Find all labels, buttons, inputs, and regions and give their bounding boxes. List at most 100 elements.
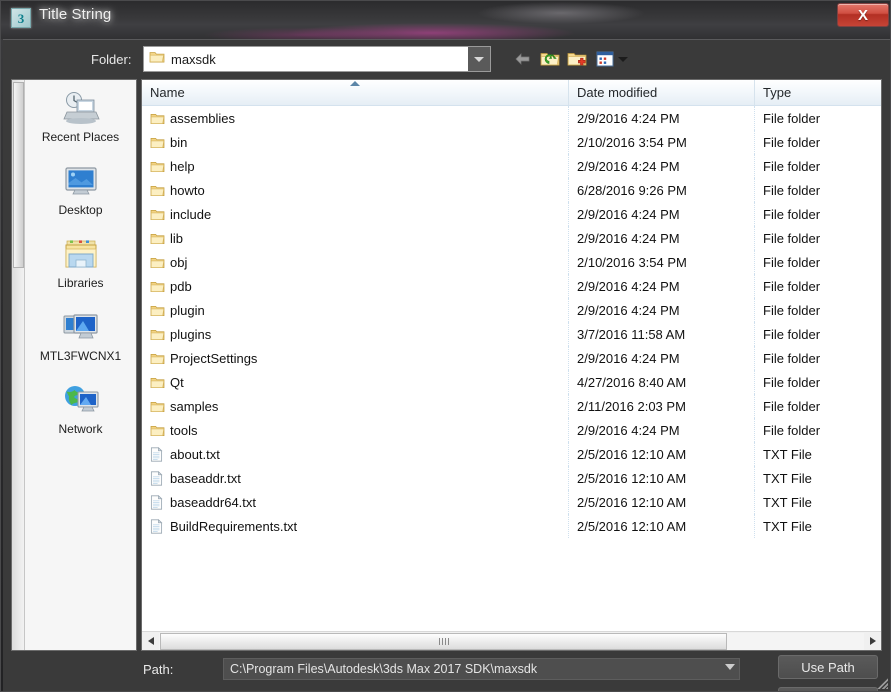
file-list-horizontal-scrollbar[interactable] — [142, 631, 881, 650]
table-row[interactable]: howto6/28/2016 9:26 PMFile folder — [142, 178, 881, 202]
title-bar-glass — [1, 1, 891, 39]
chevron-down-icon[interactable] — [725, 664, 735, 670]
folder-combobox[interactable]: maxsdk — [143, 46, 491, 72]
file-name-text: bin — [170, 135, 187, 150]
close-button[interactable]: X — [837, 3, 889, 27]
file-name-cell: plugin — [142, 298, 569, 322]
file-type-cell: File folder — [755, 250, 881, 274]
table-row[interactable]: samples2/11/2016 2:03 PMFile folder — [142, 394, 881, 418]
3dsmax-icon: 3 — [11, 8, 31, 28]
table-row[interactable]: obj2/10/2016 3:54 PMFile folder — [142, 250, 881, 274]
file-type-cell: File folder — [755, 178, 881, 202]
file-type-cell: File folder — [755, 346, 881, 370]
table-row[interactable]: Qt4/27/2016 8:40 AMFile folder — [142, 370, 881, 394]
file-type-cell: File folder — [755, 418, 881, 442]
file-type-cell: File folder — [755, 274, 881, 298]
file-date-cell: 2/5/2016 12:10 AM — [569, 490, 755, 514]
table-row[interactable]: baseaddr64.txt2/5/2016 12:10 AMTXT File — [142, 490, 881, 514]
file-name-cell: obj — [142, 250, 569, 274]
file-name-cell: bin — [142, 130, 569, 154]
folder-icon — [150, 424, 170, 437]
scrollbar-thumb[interactable] — [160, 633, 727, 650]
table-row[interactable]: bin2/10/2016 3:54 PMFile folder — [142, 130, 881, 154]
scroll-left-button[interactable] — [142, 633, 159, 650]
back-button[interactable] — [511, 48, 535, 70]
chevron-left-icon — [148, 637, 154, 645]
table-row[interactable]: BuildRequirements.txt2/5/2016 12:10 AMTX… — [142, 514, 881, 538]
file-name-cell: Qt — [142, 370, 569, 394]
folder-combobox-value: maxsdk — [171, 52, 216, 67]
title-bar[interactable]: 3 Title String X — [1, 1, 891, 39]
path-combobox-value: C:\Program Files\Autodesk\3ds Max 2017 S… — [224, 662, 537, 676]
sidebar-item-computer[interactable]: MTL3FWCNX1 — [25, 305, 136, 378]
file-name-cell: assemblies — [142, 106, 569, 130]
table-row[interactable]: pdb2/9/2016 4:24 PMFile folder — [142, 274, 881, 298]
computer-icon — [61, 308, 101, 348]
file-name-cell: tools — [142, 418, 569, 442]
up-folder-button[interactable] — [538, 48, 562, 70]
use-path-button[interactable]: Use Path — [778, 655, 878, 679]
file-name-text: samples — [170, 399, 218, 414]
file-date-cell: 2/9/2016 4:24 PM — [569, 106, 755, 130]
file-date-cell: 2/9/2016 4:24 PM — [569, 274, 755, 298]
window-title: Title String — [39, 6, 111, 23]
file-name-text: baseaddr64.txt — [170, 495, 256, 510]
table-row[interactable]: lib2/9/2016 4:24 PMFile folder — [142, 226, 881, 250]
file-name-text: help — [170, 159, 195, 174]
sidebar-item-label: Libraries — [57, 276, 103, 290]
file-name-text: baseaddr.txt — [170, 471, 241, 486]
places-sidebar: Recent Places Desktop — [11, 79, 137, 651]
dialog-bottom-panel: Path: C:\Program Files\Autodesk\3ds Max … — [3, 652, 890, 692]
sidebar-item-network[interactable]: Network — [25, 378, 136, 451]
table-row[interactable]: assemblies2/9/2016 4:24 PMFile folder — [142, 106, 881, 130]
places-scrollbar-thumb[interactable] — [13, 82, 24, 268]
file-name-text: ProjectSettings — [170, 351, 257, 366]
file-name-text: BuildRequirements.txt — [170, 519, 297, 534]
places-scrollbar[interactable] — [12, 80, 25, 650]
file-name-text: about.txt — [170, 447, 220, 462]
scrollbar-track[interactable] — [159, 633, 864, 650]
folder-icon — [149, 50, 165, 69]
cancel-button[interactable]: Cancel — [778, 687, 878, 692]
file-name-text: obj — [170, 255, 187, 270]
column-header-date-modified[interactable]: Date modified — [569, 80, 755, 105]
table-row[interactable]: help2/9/2016 4:24 PMFile folder — [142, 154, 881, 178]
file-name-cell: help — [142, 154, 569, 178]
file-date-cell: 2/9/2016 4:24 PM — [569, 298, 755, 322]
chevron-down-icon — [618, 57, 628, 62]
views-button[interactable] — [593, 48, 617, 70]
table-row[interactable]: ProjectSettings2/9/2016 4:24 PMFile fold… — [142, 346, 881, 370]
path-combobox[interactable]: C:\Program Files\Autodesk\3ds Max 2017 S… — [223, 658, 740, 680]
views-dropdown[interactable] — [616, 53, 630, 65]
sidebar-item-recent-places[interactable]: Recent Places — [25, 86, 136, 159]
table-row[interactable]: plugins3/7/2016 11:58 AMFile folder — [142, 322, 881, 346]
file-list-rows: assemblies2/9/2016 4:24 PMFile folderbin… — [142, 106, 881, 538]
table-row[interactable]: plugin2/9/2016 4:24 PMFile folder — [142, 298, 881, 322]
file-type-cell: TXT File — [755, 514, 881, 538]
new-folder-button[interactable] — [565, 48, 589, 70]
file-date-cell: 2/11/2016 2:03 PM — [569, 394, 755, 418]
sidebar-item-desktop[interactable]: Desktop — [25, 159, 136, 232]
file-name-text: plugins — [170, 327, 211, 342]
column-header-name[interactable]: Name — [142, 80, 569, 105]
folder-icon — [150, 328, 170, 341]
table-row[interactable]: include2/9/2016 4:24 PMFile folder — [142, 202, 881, 226]
dialog-toolbar: Folder: maxsdk — [3, 40, 890, 79]
scroll-right-button[interactable] — [864, 633, 881, 650]
table-row[interactable]: tools2/9/2016 4:24 PMFile folder — [142, 418, 881, 442]
file-date-cell: 4/27/2016 8:40 AM — [569, 370, 755, 394]
table-row[interactable]: about.txt2/5/2016 12:10 AMTXT File — [142, 442, 881, 466]
file-type-cell: File folder — [755, 298, 881, 322]
sidebar-item-libraries[interactable]: Libraries — [25, 232, 136, 305]
resize-grip[interactable] — [874, 675, 888, 689]
table-row[interactable]: baseaddr.txt2/5/2016 12:10 AMTXT File — [142, 466, 881, 490]
folder-icon — [150, 136, 170, 149]
column-header-label: Date modified — [577, 85, 657, 100]
file-date-cell: 6/28/2016 9:26 PM — [569, 178, 755, 202]
folder-combobox-dropdown[interactable] — [468, 47, 490, 71]
file-list: Name Date modified Type assemblies2/9/20… — [141, 79, 882, 651]
text-file-icon — [150, 471, 170, 486]
column-header-type[interactable]: Type — [755, 80, 881, 105]
sidebar-item-label: Desktop — [58, 203, 102, 217]
views-icon — [596, 51, 614, 67]
